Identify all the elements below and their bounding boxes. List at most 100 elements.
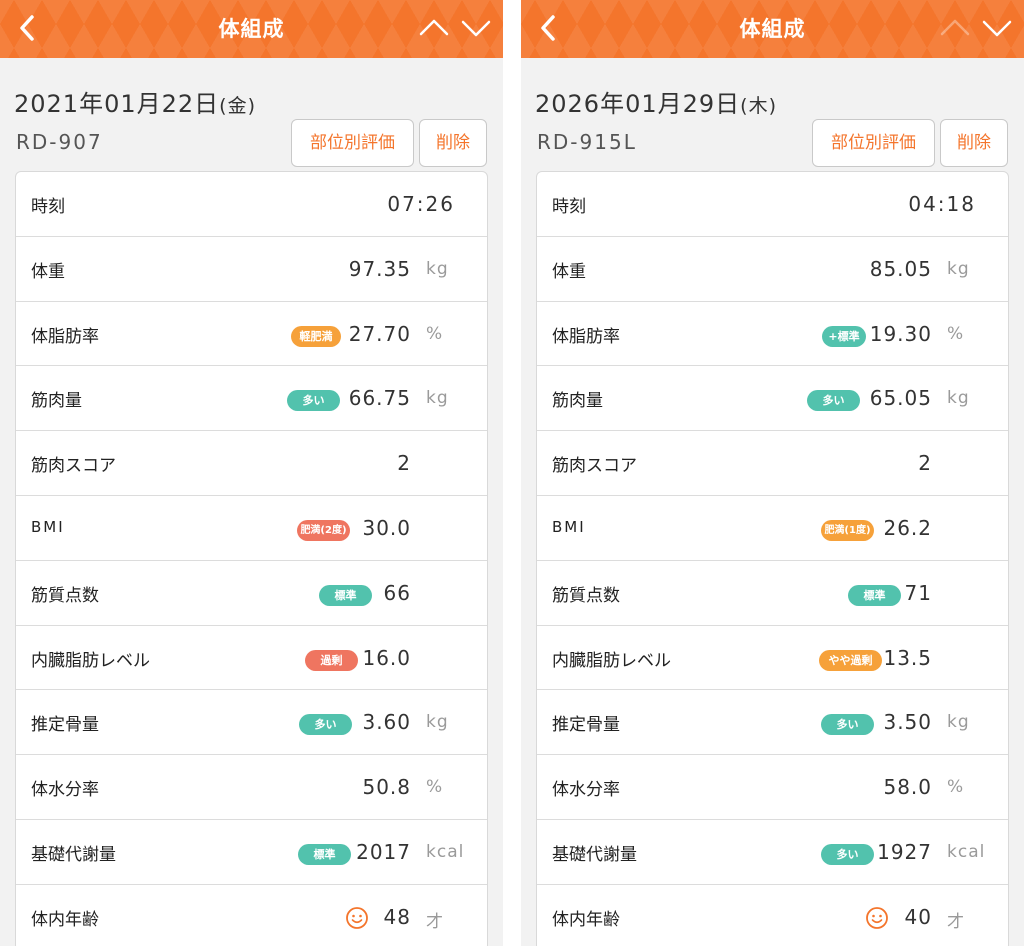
row-value: 30.0	[362, 515, 411, 540]
row-time: 時刻 04:18	[537, 172, 1008, 237]
row-unit: kcal	[426, 841, 465, 862]
row-visceral-fat: 内臓脂肪レベル 過剰 16.0	[16, 626, 487, 691]
row-weight: 体重 85.05 kg	[537, 237, 1008, 302]
status-badge: 標準	[298, 843, 351, 865]
row-unit: %	[947, 323, 965, 344]
row-unit: kg	[426, 712, 449, 733]
next-record-button[interactable]	[459, 12, 493, 44]
row-basal-metabolism: 基礎代謝量 多い 1927 kcal	[537, 820, 1008, 885]
row-value: 85.05	[869, 256, 932, 281]
row-muscle-quality: 筋質点数 標準 66	[16, 561, 487, 626]
row-unit: %	[426, 323, 444, 344]
row-label: 体脂肪率	[552, 326, 620, 347]
row-label: 体脂肪率	[31, 326, 99, 347]
record-panel-left: 体組成 2021年01月22日(金) RD-907 部位別評価 削除 時刻 07…	[0, 0, 503, 946]
row-unit: kg	[947, 388, 970, 409]
row-label: 体水分率	[552, 780, 620, 801]
previous-record-button	[938, 12, 972, 44]
row-label: 時刻	[31, 197, 65, 217]
row-unit: %	[426, 777, 444, 798]
row-value: 13.5	[883, 645, 932, 670]
date-text: 2021年01月22日	[14, 90, 220, 118]
row-label: 体水分率	[31, 780, 99, 801]
row-label: 筋肉スコア	[552, 456, 637, 477]
row-body-fat: 体脂肪率 軽肥満 27.70 %	[16, 302, 487, 367]
row-value: 2017	[356, 839, 411, 864]
nav-bar: 体組成	[0, 0, 503, 58]
row-label: 体重	[31, 261, 65, 282]
row-label: 基礎代謝量	[552, 844, 637, 865]
row-label: BMI	[552, 517, 586, 536]
status-badge: 過剰	[305, 649, 358, 671]
row-body-water: 体水分率 50.8 %	[16, 755, 487, 820]
row-value: 2	[918, 451, 932, 476]
status-badge: 肥満(2度)	[297, 519, 350, 541]
measurement-list: 時刻 04:18 体重 85.05 kg 体脂肪率 +標準 19.30 % 筋肉…	[536, 171, 1009, 946]
row-value: 97.35	[348, 256, 411, 281]
row-value: 3.50	[883, 710, 932, 735]
chevron-down-icon	[461, 20, 491, 37]
row-unit: kg	[947, 712, 970, 733]
row-label: 推定骨量	[552, 715, 620, 736]
row-label: 内臓脂肪レベル	[552, 650, 671, 671]
row-value: 65.05	[869, 386, 932, 411]
measurement-date: 2021年01月22日(金)	[14, 84, 256, 119]
status-badge: 軽肥満	[291, 325, 341, 347]
row-unit: 才	[947, 911, 965, 932]
row-label: 筋肉スコア	[31, 456, 116, 477]
row-value: 27.70	[348, 321, 411, 346]
row-value: 26.2	[883, 515, 932, 540]
row-unit: %	[947, 777, 965, 798]
date-text: 2026年01月29日	[535, 90, 741, 118]
row-value: 40	[904, 904, 932, 929]
measurement-list: 時刻 07:26 体重 97.35 kg 体脂肪率 軽肥満 27.70 % 筋肉…	[15, 171, 488, 946]
next-record-button[interactable]	[980, 12, 1014, 44]
region-evaluation-button[interactable]: 部位別評価	[812, 119, 935, 167]
row-unit: kg	[426, 258, 449, 279]
row-label: 体重	[552, 261, 586, 282]
status-badge: 多い	[807, 390, 860, 412]
status-badge: 標準	[848, 584, 901, 606]
row-body-age: 体内年齢 40 才	[537, 885, 1008, 946]
row-unit: kcal	[947, 841, 986, 862]
measurement-date: 2026年01月29日(木)	[535, 84, 777, 119]
row-label: 時刻	[552, 197, 586, 217]
delete-button[interactable]: 削除	[940, 119, 1008, 167]
region-evaluation-button[interactable]: 部位別評価	[291, 119, 414, 167]
status-badge: やや過剰	[819, 649, 882, 671]
row-label: 体内年齢	[552, 909, 620, 930]
row-visceral-fat: 内臓脂肪レベル やや過剰 13.5	[537, 626, 1008, 691]
row-value: 66	[383, 580, 411, 605]
row-value: 58.0	[883, 775, 932, 800]
nav-bar: 体組成	[521, 0, 1024, 58]
row-muscle: 筋肉量 多い 66.75 kg	[16, 366, 487, 432]
day-of-week: (木)	[740, 95, 777, 117]
row-value: 1927	[877, 839, 932, 864]
row-body-water: 体水分率 58.0 %	[537, 755, 1008, 820]
row-label: 筋質点数	[31, 585, 99, 606]
row-label: 筋肉量	[31, 391, 82, 412]
row-value: 2	[397, 451, 411, 476]
row-label: BMI	[31, 517, 65, 536]
row-weight: 体重 97.35 kg	[16, 237, 487, 302]
row-body-fat: 体脂肪率 +標準 19.30 %	[537, 302, 1008, 367]
row-basal-metabolism: 基礎代謝量 標準 2017 kcal	[16, 820, 487, 885]
record-panel-right: 体組成 2026年01月29日(木) RD-915L 部位別評価 削除 時刻 0…	[521, 0, 1024, 946]
row-value: 04:18	[908, 192, 976, 216]
previous-record-button[interactable]	[417, 12, 451, 44]
row-body-age: 体内年齢 48 才	[16, 885, 487, 946]
row-label: 推定骨量	[31, 715, 99, 736]
row-value: 07:26	[387, 192, 455, 216]
row-unit: kg	[947, 258, 970, 279]
smile-face-icon	[866, 906, 888, 929]
row-value: 66.75	[348, 386, 411, 411]
status-badge: +標準	[822, 325, 866, 347]
row-bmi: BMI 肥満(1度) 26.2	[537, 496, 1008, 561]
delete-button[interactable]: 削除	[419, 119, 487, 167]
row-label: 内臓脂肪レベル	[31, 650, 150, 671]
row-value: 71	[904, 580, 932, 605]
chevron-up-icon	[419, 19, 449, 36]
row-bone-mass: 推定骨量 多い 3.50 kg	[537, 690, 1008, 756]
row-label: 基礎代謝量	[31, 844, 116, 865]
status-badge: 多い	[821, 843, 874, 865]
